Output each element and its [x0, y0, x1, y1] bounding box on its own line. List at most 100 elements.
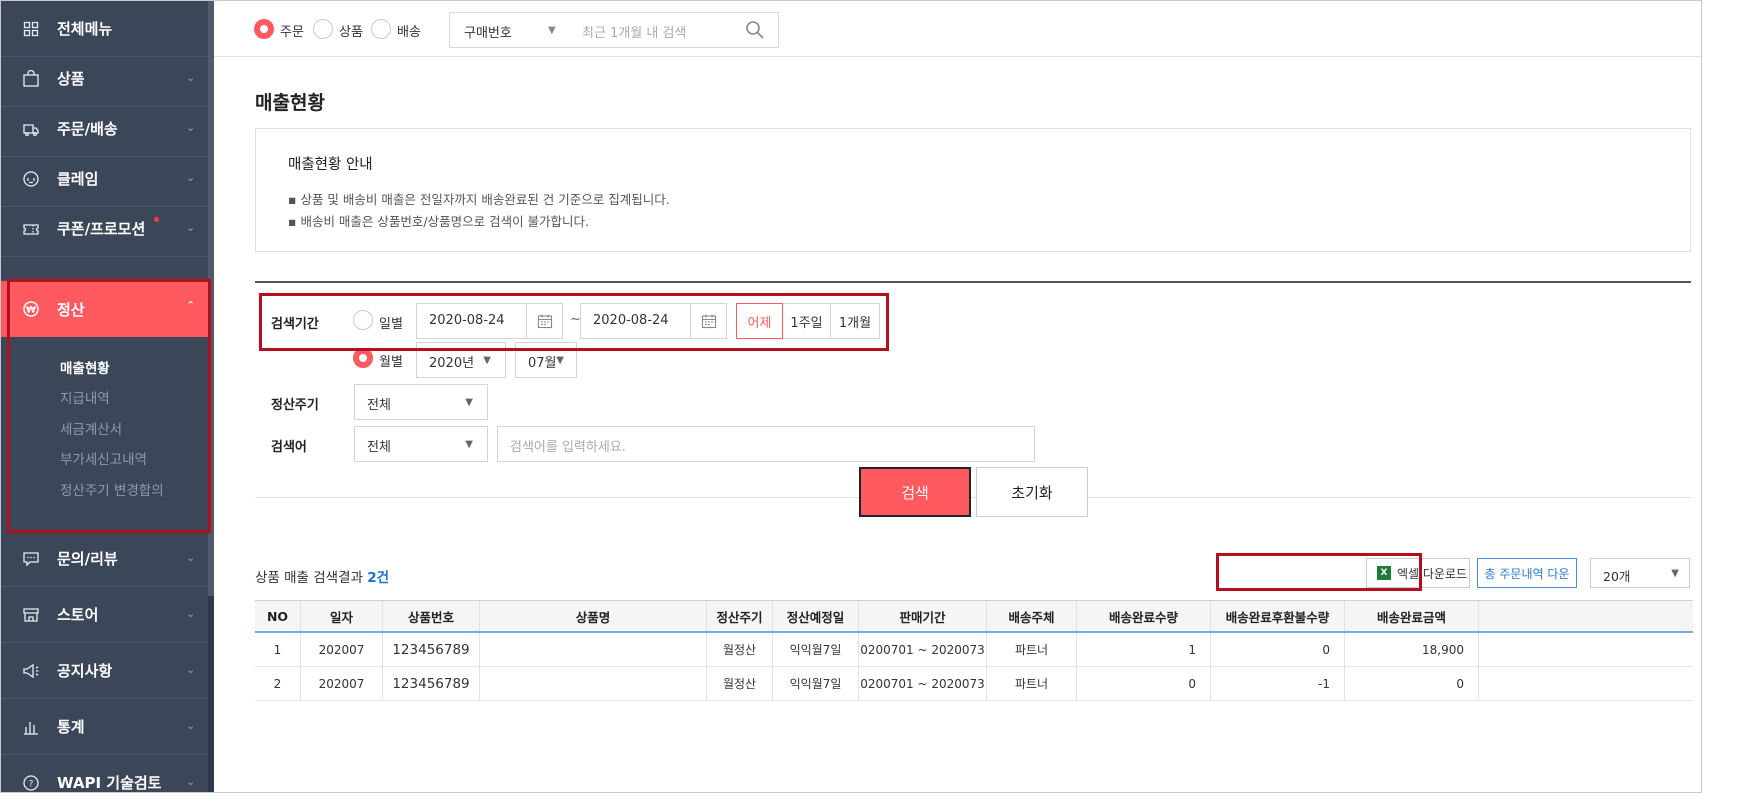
- sidebar-item-label: 클레임: [57, 170, 99, 188]
- year-select[interactable]: 2020년 ▼: [416, 342, 506, 378]
- page-title: 매출현황: [255, 92, 325, 114]
- table-row[interactable]: 2 202007 123456789 월정산 익익월7일 20200701 ~ …: [255, 667, 1693, 701]
- page-size-select[interactable]: 20개 ▼: [1590, 558, 1690, 588]
- top-search-box[interactable]: 구매번호 ▼ 최근 1개월 내 검색: [449, 12, 779, 48]
- table-header-row: NO 일자 상품번호 상품명 정산주기 정산예정일 판매기간 배송주체 배송완료…: [255, 600, 1693, 633]
- col-refund-qty: 배송완료후환불수량: [1211, 601, 1345, 631]
- quick-1week-button[interactable]: 1주일: [782, 303, 831, 339]
- sidebar-item-label: 통계: [57, 718, 85, 736]
- quick-1month-button[interactable]: 1개월: [830, 303, 880, 339]
- col-cycle: 정산주기: [707, 601, 773, 631]
- submenu-tax-invoice[interactable]: 세금계산서: [60, 418, 122, 438]
- sidebar-item-label: 상품: [57, 70, 85, 88]
- search-icon[interactable]: [744, 19, 766, 41]
- radio-monthly-label: 월별: [379, 355, 403, 370]
- cell-shipper: 파트너: [987, 667, 1077, 700]
- cell-cycle: 월정산: [707, 633, 773, 666]
- search-input[interactable]: 최근 1개월 내 검색: [582, 22, 686, 41]
- col-delivered-amount: 배송완료금액: [1345, 601, 1479, 631]
- radio-daily-label: 일별: [379, 317, 403, 332]
- result-label: 상품 매출 검색결과: [255, 570, 363, 586]
- col-product-name: 상품명: [480, 601, 707, 631]
- chevron-down-icon: ⌄: [186, 719, 196, 732]
- divider: [255, 281, 1691, 283]
- cell-delivered-qty: 1: [1077, 633, 1211, 666]
- col-expected-date: 정산예정일: [773, 601, 859, 631]
- sidebar-item-statistics[interactable]: 통계 ⌄: [1, 699, 214, 755]
- main-content: 매출현황 매출현황 안내 ▪ 상품 및 배송비 매출은 전일자까지 배송완료된 …: [214, 58, 1701, 792]
- chevron-down-icon: ⌄: [186, 171, 196, 184]
- keyword-input[interactable]: 검색어를 입력하세요.: [497, 426, 1035, 462]
- cell-date: 202007: [301, 667, 383, 700]
- megaphone-icon: [19, 659, 43, 683]
- calendar-icon[interactable]: [527, 303, 563, 339]
- date-from-input[interactable]: 2020-08-24: [416, 303, 527, 339]
- chevron-down-icon: ⌄: [186, 121, 196, 134]
- submenu-sales-status[interactable]: 매출현황: [60, 357, 110, 377]
- keyword-placeholder: 검색어를 입력하세요.: [510, 440, 626, 455]
- col-shipper: 배송주체: [987, 601, 1077, 631]
- cell-product-name: [480, 633, 707, 666]
- quick-yesterday-button[interactable]: 어제: [736, 303, 783, 339]
- radio-product[interactable]: [313, 19, 333, 39]
- month-select[interactable]: 07월 ▼: [515, 342, 577, 378]
- sidebar-item-inquiry-review[interactable]: 문의/리뷰 ⌄: [1, 531, 214, 587]
- radio-daily[interactable]: [353, 310, 373, 330]
- total-order-download-button[interactable]: 총 주문내역 다운: [1477, 558, 1577, 588]
- cycle-select[interactable]: 전체 ▼: [354, 384, 488, 420]
- keyword-type-value: 전체: [367, 440, 391, 455]
- keyword-type-select[interactable]: 전체 ▼: [354, 426, 488, 462]
- cell-expected-date: 익익월7일: [773, 667, 859, 700]
- chevron-up-icon: ⌃: [186, 299, 196, 312]
- sidebar-item-label: 문의/리뷰: [57, 550, 118, 568]
- cell-product-name: [480, 667, 707, 700]
- caret-down-icon: ▼: [548, 25, 556, 36]
- chevron-down-icon: ⌄: [186, 71, 196, 84]
- sidebar-item-label: 스토어: [57, 606, 99, 624]
- radio-order[interactable]: [254, 19, 274, 39]
- excel-download-button[interactable]: X 엑셀 다운로드: [1366, 558, 1470, 588]
- cell-delivered-amount: 0: [1345, 667, 1479, 700]
- sidebar-item-products[interactable]: 상품 ⌄: [1, 51, 214, 107]
- radio-delivery[interactable]: [371, 19, 391, 39]
- calendar-icon[interactable]: [691, 303, 727, 339]
- sidebar-item-label: 정산: [57, 300, 85, 319]
- chevron-down-icon: ⌄: [186, 221, 196, 234]
- search-type-select[interactable]: 구매번호: [464, 22, 512, 41]
- cell-delivered-amount: 18,900: [1345, 633, 1479, 666]
- grid-icon: [19, 17, 43, 41]
- radio-product-label: 상품: [339, 25, 363, 40]
- sidebar-item-store[interactable]: 스토어 ⌄: [1, 587, 214, 643]
- truck-icon: [19, 117, 43, 141]
- submenu-payment-history[interactable]: 지급내역: [60, 387, 110, 407]
- sales-table: NO 일자 상품번호 상품명 정산주기 정산예정일 판매기간 배송주체 배송완료…: [255, 600, 1693, 701]
- period-label: 검색기간: [271, 317, 319, 332]
- cell-no: 1: [255, 633, 301, 666]
- chevron-down-icon: ⌄: [186, 775, 196, 788]
- sidebar-item-coupon-promotion[interactable]: 쿠폰/프로모션 ⌄: [1, 201, 214, 257]
- excel-icon: X: [1377, 566, 1391, 580]
- sidebar-item-settlement[interactable]: ₩ 정산 ⌃: [1, 281, 214, 337]
- search-button[interactable]: 검색: [859, 467, 971, 517]
- guide-line-text: 상품 및 배송비 매출은 전일자까지 배송완료된 건 기준으로 집계됩니다.: [300, 192, 670, 207]
- guide-line-1: ▪ 상품 및 배송비 매출은 전일자까지 배송완료된 건 기준으로 집계됩니다.: [288, 192, 670, 207]
- sidebar-item-order-delivery[interactable]: 주문/배송 ⌄: [1, 101, 214, 157]
- question-circle-icon: ?: [19, 771, 43, 793]
- sidebar-item-notice[interactable]: 공지사항 ⌄: [1, 643, 214, 699]
- app-frame: 전체메뉴 상품 ⌄ 주문/배송 ⌄ 클레임 ⌄ 쿠폰/프로모션 ⌄ ₩ 정산 ⌃…: [0, 0, 1702, 793]
- submenu-cycle-change[interactable]: 정산주기 변경합의: [60, 479, 164, 499]
- reset-button[interactable]: 초기화: [976, 467, 1088, 517]
- cell-delivered-qty: 0: [1077, 667, 1211, 700]
- sidebar-item-all-menu[interactable]: 전체메뉴: [1, 1, 214, 57]
- top-search-bar: 주문 상품 배송 구매번호 ▼ 최근 1개월 내 검색: [214, 1, 1701, 57]
- date-to-input[interactable]: 2020-08-24: [580, 303, 691, 339]
- submenu-vat-report[interactable]: 부가세신고내역: [60, 448, 147, 468]
- radio-monthly[interactable]: [353, 348, 373, 368]
- sidebar-item-wapi[interactable]: ? WAPI 기술검토 ⌄: [1, 755, 214, 793]
- table-row[interactable]: 1 202007 123456789 월정산 익익월7일 20200701 ~ …: [255, 633, 1693, 667]
- page-size-value: 20개: [1603, 569, 1631, 584]
- sidebar-item-claim[interactable]: 클레임 ⌄: [1, 151, 214, 207]
- col-date: 일자: [301, 601, 383, 631]
- caret-down-icon: ▼: [556, 355, 564, 366]
- col-no: NO: [255, 601, 301, 631]
